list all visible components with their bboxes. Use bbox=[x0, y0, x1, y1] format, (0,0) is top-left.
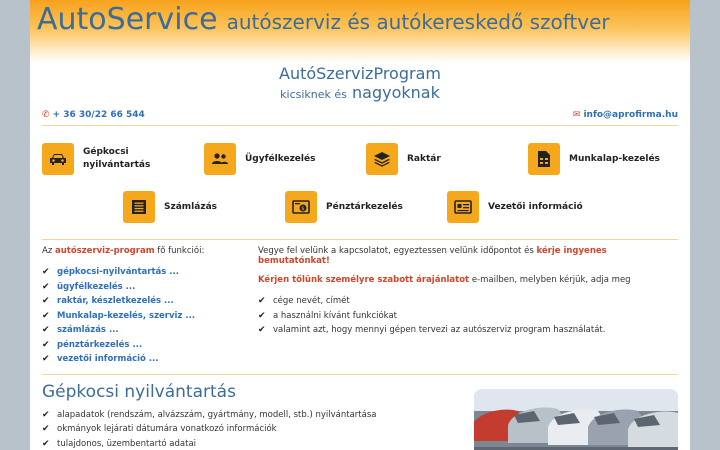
function-link[interactable]: pénztárkezelés ... bbox=[57, 340, 142, 350]
document-icon bbox=[528, 143, 560, 175]
tile-raktar[interactable]: Raktár bbox=[366, 142, 516, 176]
envelope-icon: ✉ bbox=[572, 110, 581, 120]
email-contact[interactable]: ✉ info@aprofirma.hu bbox=[573, 110, 678, 120]
divider bbox=[42, 373, 678, 375]
tile-label: Gépkocsi nyilvántartás bbox=[83, 147, 151, 170]
intro-highlight: autószerviz-program bbox=[54, 246, 155, 256]
contact-bar: ✆ + 36 30/22 66 544 ✉ info@aprofirma.hu bbox=[30, 109, 690, 121]
list-item: ✔ Munkalap-kezelés, szerviz ... bbox=[42, 309, 258, 324]
function-link[interactable]: gépkocsi-nyilvántartás ... bbox=[57, 267, 179, 277]
info-columns: Az autószerviz-program fő funkciói: ✔ gép… bbox=[30, 246, 690, 367]
hero-title: AutóSzervizProgram bbox=[279, 64, 441, 83]
function-link[interactable]: számlázás ... bbox=[57, 325, 119, 335]
functions-list: ✔ gépkocsi-nyilvántartás ... ✔ ügyfélkezel… bbox=[42, 265, 258, 367]
tile-label: Ügyfélkezelés bbox=[245, 153, 316, 164]
offer-item: a használni kívánt funkciókat bbox=[273, 310, 397, 321]
tile-label: Raktár bbox=[407, 153, 441, 164]
invoice-icon bbox=[123, 191, 155, 223]
check-icon: ✔ bbox=[42, 310, 50, 321]
car-icon bbox=[42, 143, 74, 175]
offer-line-1: Vegye fel velünk a kapcsolatot, egyeztes… bbox=[258, 246, 678, 266]
tile-szamlazas[interactable]: Számlázás bbox=[123, 190, 273, 224]
intro-suffix: fő funkciói: bbox=[157, 246, 205, 256]
function-link[interactable]: Munkalap-kezelés, szerviz ... bbox=[57, 311, 195, 321]
section-item: tulajdonos, üzembentartó adatai bbox=[57, 438, 197, 449]
offer-highlight: Kérjen tőlünk személyre szabott árajánla… bbox=[258, 275, 470, 285]
check-icon: ✔ bbox=[258, 325, 266, 336]
list-item: ✔ valamint azt, hogy mennyi gépen tervezi… bbox=[258, 323, 678, 338]
list-item: ✔ gépkocsi-nyilvántartás ... bbox=[42, 265, 258, 280]
cash-icon: $ bbox=[285, 191, 317, 223]
phone-number: + 36 30/22 66 544 bbox=[52, 110, 145, 120]
functions-column: Az autószerviz-program fő funkciói: ✔ gép… bbox=[42, 246, 258, 367]
functions-intro: Az autószerviz-program fő funkciói: bbox=[42, 246, 258, 256]
divider bbox=[42, 239, 678, 240]
tile-munkalap[interactable]: Munkalap-kezelés bbox=[528, 142, 678, 176]
check-icon: ✔ bbox=[42, 409, 50, 420]
header: AutoService autószerviz és autókereskedő… bbox=[30, 0, 690, 62]
hero: AutóSzervizProgram kicsiknek és nagyokna… bbox=[30, 64, 690, 103]
check-icon: ✔ bbox=[42, 339, 50, 350]
offer-text: Vegye fel velünk a kapcsolatot, egyeztes… bbox=[258, 246, 534, 256]
list-item: ✔ számlázás ... bbox=[42, 323, 258, 338]
check-icon: ✔ bbox=[42, 281, 50, 292]
tile-penztar[interactable]: $ Pénztárkezelés bbox=[285, 190, 435, 224]
list-item: ✔ raktár, készletkezelés ... bbox=[42, 294, 258, 309]
email-address: info@aprofirma.hu bbox=[583, 110, 678, 120]
intro-prefix: Az bbox=[42, 246, 53, 256]
check-icon: ✔ bbox=[42, 296, 50, 307]
section-item: okmányok lejárati dátumára vonatkozó inf… bbox=[57, 424, 277, 435]
tile-vezetoi[interactable]: Vezetői információ bbox=[447, 190, 597, 224]
function-link[interactable]: ügyfélkezelés ... bbox=[57, 282, 135, 292]
offer-item: cége nevét, címét bbox=[273, 296, 350, 307]
section-item: alapadatok (rendszám, alvázszám, gyártmá… bbox=[57, 409, 377, 420]
brand-logo[interactable]: AutoService bbox=[37, 2, 218, 37]
tile-ugyfel[interactable]: Ügyfélkezelés bbox=[204, 142, 354, 176]
function-link[interactable]: raktár, készletkezelés ... bbox=[57, 296, 174, 306]
list-item: ✔ a használni kívánt funkciókat bbox=[258, 309, 678, 324]
list-item: ✔ pénztárkezelés ... bbox=[42, 338, 258, 353]
function-link[interactable]: vezetői információ ... bbox=[57, 354, 159, 364]
hero-sub-small: kicsiknek és bbox=[280, 88, 347, 101]
tile-label: Vezetői információ bbox=[488, 201, 583, 212]
section-gepkocsi: Gépkocsi nyilvántartás ✔ alapadatok (rend… bbox=[30, 382, 690, 450]
hero-subtitle: kicsiknek és nagyoknak bbox=[30, 83, 690, 102]
check-icon: ✔ bbox=[42, 354, 50, 365]
tile-label: Számlázás bbox=[164, 201, 217, 212]
offer-list: ✔ cége nevét, címét ✔ a használni kívánt f… bbox=[258, 294, 678, 338]
cars-photo bbox=[474, 388, 678, 450]
check-icon: ✔ bbox=[42, 438, 50, 449]
phone-contact[interactable]: ✆ + 36 30/22 66 544 bbox=[42, 110, 145, 120]
offer-text: e-mailben, melyben kérjük, adja meg bbox=[471, 275, 631, 285]
users-icon bbox=[204, 143, 236, 175]
page: AutoService autószerviz és autókereskedő… bbox=[30, 0, 690, 450]
check-icon: ✔ bbox=[258, 296, 266, 307]
phone-icon: ✆ bbox=[42, 110, 50, 120]
tile-gepkocsi[interactable]: Gépkocsi nyilvántartás bbox=[42, 142, 192, 176]
list-item: ✔ ügyfélkezelés ... bbox=[42, 280, 258, 295]
tile-label: Pénztárkezelés bbox=[326, 201, 403, 212]
hero-sub-big: nagyoknak bbox=[352, 83, 440, 102]
offer-column: Vegye fel velünk a kapcsolatot, egyeztes… bbox=[258, 246, 678, 367]
tile-label: Munkalap-kezelés bbox=[569, 153, 660, 164]
check-icon: ✔ bbox=[42, 325, 50, 336]
check-icon: ✔ bbox=[42, 424, 50, 435]
list-item: ✔ cége nevét, címét bbox=[258, 294, 678, 309]
layers-icon bbox=[366, 143, 398, 175]
check-icon: ✔ bbox=[258, 310, 266, 321]
offer-line-2: Kérjen tőlünk személyre szabott árajánla… bbox=[258, 275, 678, 285]
id-card-icon bbox=[447, 191, 479, 223]
check-icon: ✔ bbox=[42, 267, 50, 278]
offer-item: valamint azt, hogy mennyi gépen tervezi … bbox=[273, 325, 606, 336]
feature-tiles: Gépkocsi nyilvántartás Ügyfélkezelés Rak… bbox=[30, 126, 690, 239]
svg-text:$: $ bbox=[301, 206, 304, 212]
list-item: ✔ vezetői információ ... bbox=[42, 352, 258, 367]
tagline: autószerviz és autókereskedő szoftver bbox=[226, 10, 610, 34]
